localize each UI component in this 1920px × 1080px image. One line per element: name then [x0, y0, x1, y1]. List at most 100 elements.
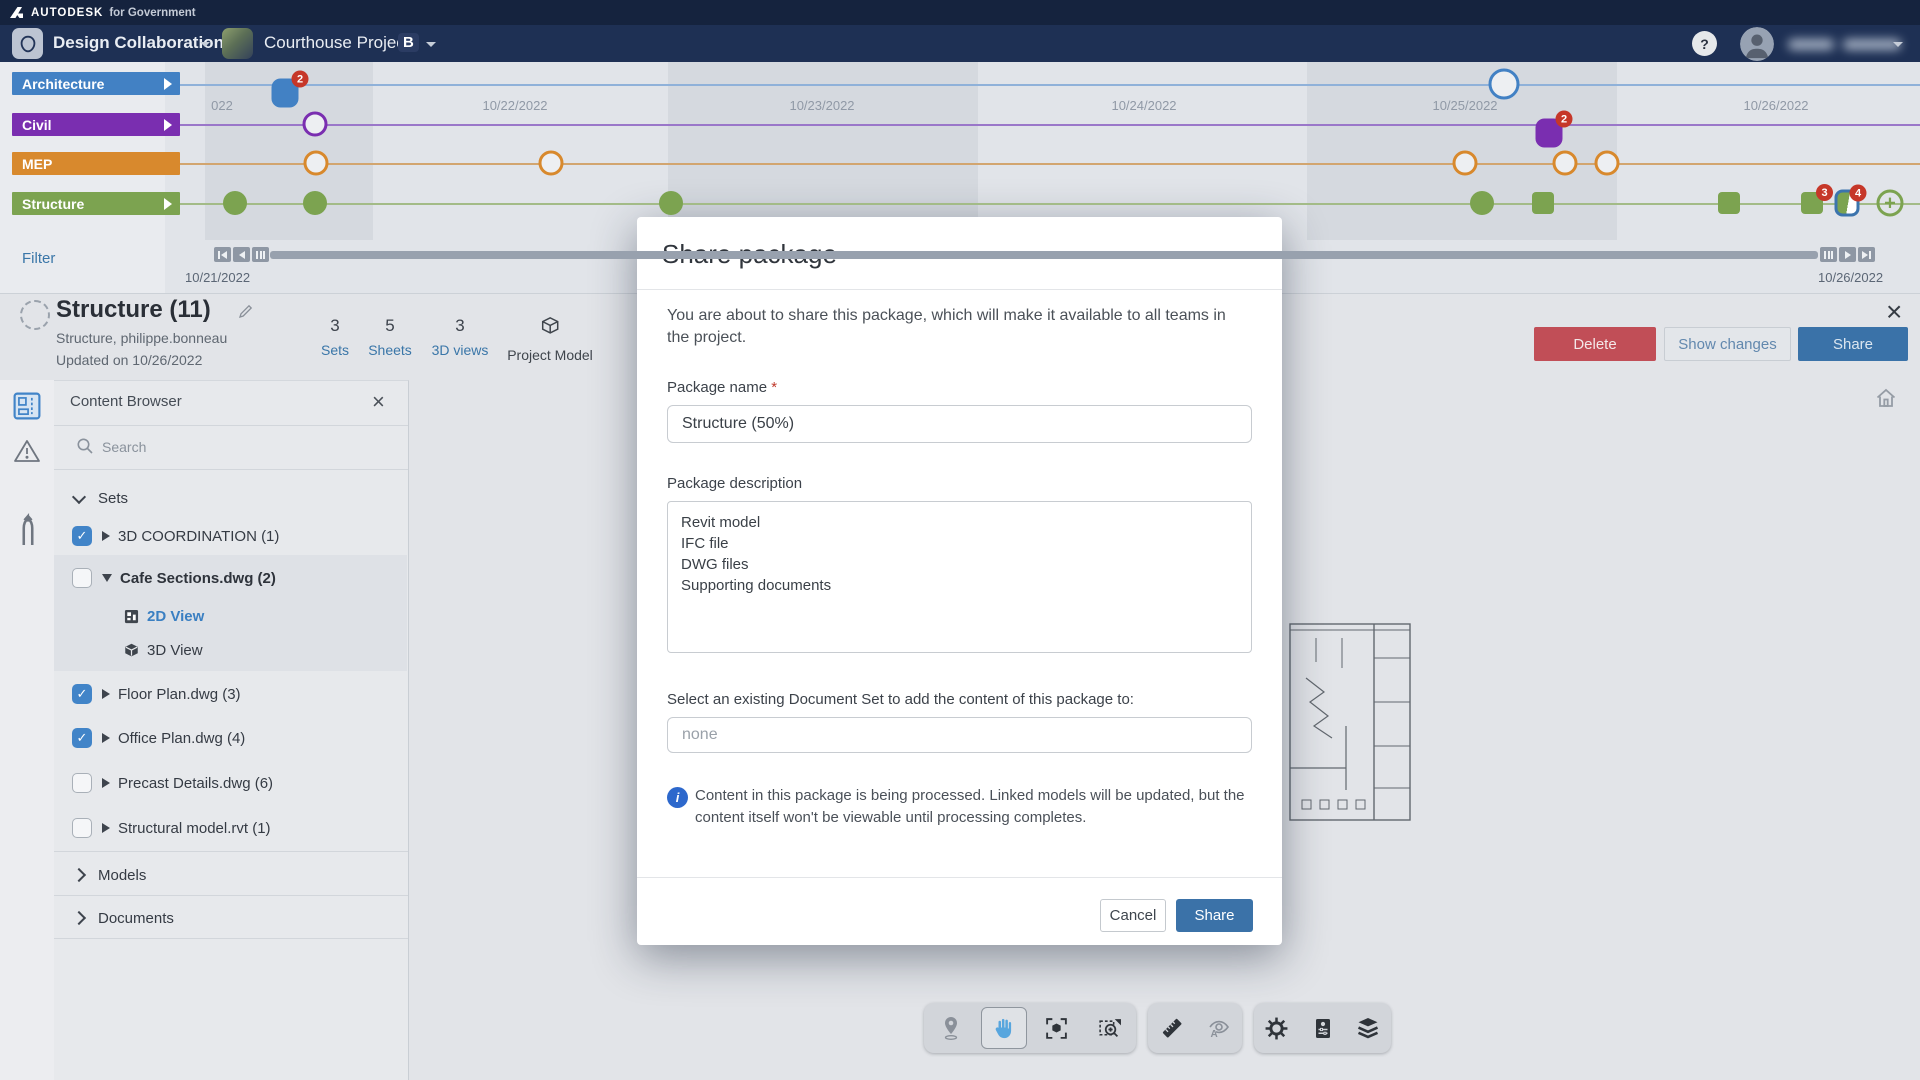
expand-arrow-icon[interactable]	[102, 823, 110, 833]
delete-button[interactable]: Delete	[1534, 327, 1656, 361]
timeline-marker-ring[interactable]	[304, 151, 329, 176]
timeline-marker-square[interactable]: 3	[1801, 192, 1823, 214]
package-name-input[interactable]	[667, 405, 1252, 443]
location-pin-button[interactable]	[928, 1007, 974, 1049]
checkbox-unchecked[interactable]	[72, 773, 92, 793]
team-lane-structure[interactable]: Structure	[12, 192, 180, 215]
timeline-scrubber-bar[interactable]	[270, 251, 1818, 259]
close-content-browser-icon[interactable]: ×	[372, 389, 385, 415]
tree-section-documents[interactable]: Documents	[54, 902, 407, 934]
timeline-marker-ring[interactable]	[1595, 151, 1620, 176]
document-set-select[interactable]	[667, 717, 1252, 753]
expand-arrow-icon[interactable]	[102, 531, 110, 541]
checkbox-unchecked[interactable]	[72, 818, 92, 838]
timeline-marker-dot[interactable]	[223, 191, 247, 215]
timeline-marker-dot[interactable]	[303, 191, 327, 215]
tree-item-floor-plan[interactable]: ✓ Floor Plan.dwg (3)	[54, 681, 407, 707]
search-input[interactable]: Search	[102, 439, 146, 455]
user-avatar[interactable]	[1740, 27, 1774, 61]
chevron-right-icon[interactable]	[72, 911, 86, 925]
team-lane-civil[interactable]: Civil	[12, 113, 180, 136]
timeline-marker-ring[interactable]	[1553, 151, 1578, 176]
timeline-marker-dot[interactable]	[1470, 191, 1494, 215]
expand-arrow-icon[interactable]	[102, 733, 110, 743]
app-title[interactable]: Design Collaboration	[53, 33, 224, 53]
chevron-right-icon[interactable]	[72, 868, 86, 882]
timeline-marker-add[interactable]: +	[1877, 190, 1904, 217]
timeline-marker-ring[interactable]	[539, 151, 564, 176]
account-menu-caret-icon[interactable]	[1893, 42, 1903, 47]
checkbox-checked[interactable]: ✓	[72, 728, 92, 748]
help-button[interactable]: ?	[1692, 31, 1717, 56]
timeline-marker-dot[interactable]	[659, 191, 683, 215]
skip-end-button[interactable]	[1858, 247, 1875, 262]
edit-package-name-icon[interactable]	[238, 303, 254, 324]
stat-sets[interactable]: 3 Sets	[321, 316, 349, 358]
measure-button[interactable]	[1149, 1007, 1195, 1049]
timeline-marker-package-selected[interactable]: 4	[1835, 190, 1860, 217]
design-collaboration-app-icon[interactable]	[12, 28, 43, 59]
tree-item-precast-details[interactable]: Precast Details.dwg (6)	[54, 770, 407, 796]
timeline-marker-ring[interactable]	[1453, 151, 1478, 176]
modal-body-text: You are about to share this package, whi…	[667, 305, 1252, 349]
app-switcher-caret-icon[interactable]	[200, 42, 210, 47]
home-icon[interactable]	[1874, 386, 1898, 415]
show-changes-button[interactable]: Show changes	[1664, 327, 1791, 361]
issues-warning-icon[interactable]	[13, 438, 41, 469]
tree-view-3d[interactable]: 3D View	[54, 637, 407, 663]
expand-team-arrow-icon[interactable]	[164, 119, 172, 131]
checkbox-checked[interactable]: ✓	[72, 684, 92, 704]
stat-sheets[interactable]: 5 Sheets	[368, 316, 412, 358]
zoom-window-button[interactable]	[1087, 1007, 1133, 1049]
settings-gear-button[interactable]	[1254, 1007, 1300, 1049]
chevron-down-icon[interactable]	[72, 489, 86, 503]
tree-section-sets[interactable]: Sets	[54, 485, 407, 511]
share-confirm-button[interactable]: Share	[1176, 899, 1253, 932]
project-title[interactable]: Courthouse Project	[264, 33, 410, 53]
close-package-icon[interactable]: ×	[1886, 298, 1902, 326]
layers-button[interactable]	[1345, 1007, 1391, 1049]
package-description-textarea[interactable]: Revit model IFC file DWG files Supportin…	[667, 501, 1252, 653]
skip-start-button[interactable]	[214, 247, 231, 262]
tree-item-cafe-sections[interactable]: Cafe Sections.dwg (2)	[54, 565, 407, 591]
team-lane-mep[interactable]: MEP	[12, 152, 180, 175]
timeline-marker-square[interactable]	[1532, 192, 1554, 214]
pan-hand-button[interactable]	[981, 1007, 1027, 1049]
step-back-button[interactable]	[233, 247, 250, 262]
project-badge: B	[398, 33, 419, 52]
timeline-marker-square[interactable]	[1718, 192, 1740, 214]
scrub-right-handle[interactable]	[1820, 247, 1837, 262]
timeline-marker-ring-lg[interactable]	[1489, 69, 1520, 100]
step-forward-button[interactable]	[1839, 247, 1856, 262]
sheet-settings-button[interactable]	[1300, 1007, 1346, 1049]
project-switcher-caret-icon[interactable]	[426, 42, 436, 47]
expand-arrow-icon[interactable]	[102, 689, 110, 699]
scrub-left-handle[interactable]	[252, 247, 269, 262]
versions-branch-icon[interactable]	[13, 510, 43, 551]
timeline-marker-ring[interactable]	[303, 112, 328, 137]
visibility-button[interactable]: A	[1196, 1007, 1242, 1049]
user-name-redacted[interactable]	[1788, 39, 1901, 50]
tree-item-office-plan[interactable]: ✓ Office Plan.dwg (4)	[54, 725, 407, 751]
collapse-arrow-icon[interactable]	[102, 574, 112, 582]
stat-project-model[interactable]: Project Model	[507, 316, 593, 363]
timeline-marker-package[interactable]: 2	[272, 79, 299, 108]
checkbox-unchecked[interactable]	[72, 568, 92, 588]
checkbox-checked[interactable]: ✓	[72, 526, 92, 546]
timeline-marker-package[interactable]: 2	[1536, 119, 1563, 148]
expand-arrow-icon[interactable]	[102, 778, 110, 788]
share-button[interactable]: Share	[1798, 327, 1908, 361]
expand-team-arrow-icon[interactable]	[164, 198, 172, 210]
team-lane-architecture[interactable]: Architecture	[12, 72, 180, 95]
model-focus-button[interactable]	[1034, 1007, 1080, 1049]
tree-section-models[interactable]: Models	[54, 859, 407, 891]
tree-view-2d[interactable]: 2D View	[54, 603, 407, 629]
expand-team-arrow-icon[interactable]	[164, 78, 172, 90]
tree-item-label: Structural model.rvt (1)	[118, 820, 271, 837]
content-browser-icon[interactable]	[13, 392, 41, 425]
stat-3d-views[interactable]: 3 3D views	[432, 316, 489, 358]
tree-item-structural-model[interactable]: Structural model.rvt (1)	[54, 815, 407, 841]
tree-item-3d-coordination[interactable]: ✓ 3D COORDINATION (1)	[54, 523, 407, 549]
cancel-button[interactable]: Cancel	[1100, 899, 1166, 932]
filter-link[interactable]: Filter	[22, 250, 55, 267]
